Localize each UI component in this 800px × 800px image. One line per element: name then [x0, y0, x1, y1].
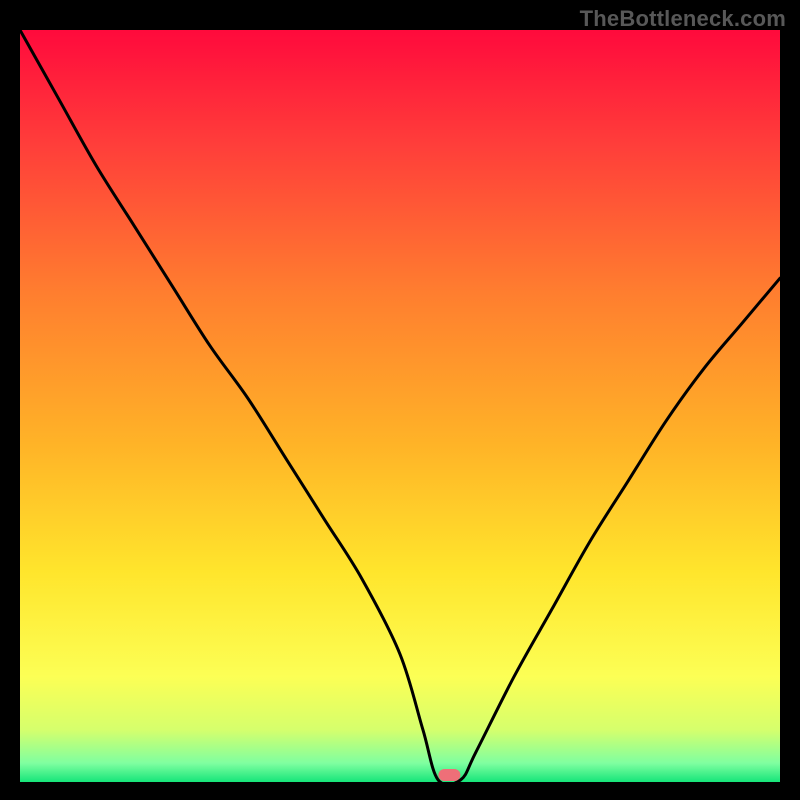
chart-gradient-bg — [20, 30, 780, 782]
watermark-text: TheBottleneck.com — [580, 6, 786, 32]
chart-frame: TheBottleneck.com — [0, 0, 800, 800]
chart-svg — [20, 30, 780, 782]
optimal-marker — [438, 769, 460, 781]
chart-plot-area — [20, 30, 780, 782]
